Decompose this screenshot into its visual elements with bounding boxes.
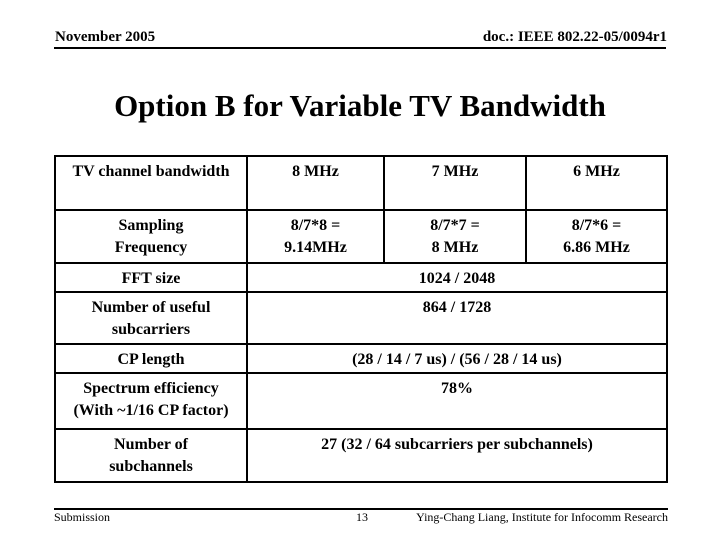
cell-line: 8 MHz xyxy=(431,239,479,256)
row-label: TV channel bandwidth xyxy=(54,155,248,211)
label-line: (With ~1/16 CP factor) xyxy=(73,402,229,419)
header-date: November 2005 xyxy=(55,29,156,45)
cell-8mhz: 8 MHz xyxy=(246,155,385,211)
table-row: Number of subchannels 27 (32 / 64 subcarr… xyxy=(54,428,668,483)
table-row: Spectrum efficiency (With ~1/16 CP factor… xyxy=(54,372,668,430)
table-row: CP length (28 / 14 / 7 us) / (56 / 28 / … xyxy=(54,343,668,374)
cell-sampling-7: 8/7*7 = 8 MHz xyxy=(383,209,527,264)
label-line: Number of useful xyxy=(91,299,211,316)
label-line: Sampling xyxy=(118,217,184,234)
row-label: Sampling Frequency xyxy=(54,209,248,264)
row-label: FFT size xyxy=(54,262,248,293)
cell-line: 8/7*7 = xyxy=(430,217,480,234)
cell-subchannels: 27 (32 / 64 subcarriers per subchannels) xyxy=(246,428,668,483)
label-line: subchannels xyxy=(109,458,193,475)
cell-cp-length: (28 / 14 / 7 us) / (56 / 28 / 14 us) xyxy=(246,343,668,374)
table-row: FFT size 1024 / 2048 xyxy=(54,262,668,293)
cell-6mhz: 6 MHz xyxy=(525,155,668,211)
label-line: Frequency xyxy=(114,239,188,256)
table-row: Sampling Frequency 8/7*8 = 9.14MHz 8/7*7 =… xyxy=(54,209,668,264)
cell-sampling-8: 8/7*8 = 9.14MHz xyxy=(246,209,385,264)
table-row: Number of useful subcarriers 864 / 1728 xyxy=(54,291,668,345)
slide-title: Option B for Variable TV Bandwidth xyxy=(114,88,606,123)
cell-line: 6.86 MHz xyxy=(563,239,630,256)
label-line: subcarriers xyxy=(111,321,191,338)
header-divider xyxy=(54,47,666,49)
row-label: Spectrum efficiency (With ~1/16 CP factor… xyxy=(54,372,248,430)
spec-table: TV channel bandwidth 8 MHz 7 MHz 6 MHz S… xyxy=(54,155,668,483)
row-label: Number of subchannels xyxy=(54,428,248,483)
cell-7mhz: 7 MHz xyxy=(383,155,527,211)
cell-useful-subcarriers: 864 / 1728 xyxy=(246,291,668,345)
cell-fft-size: 1024 / 2048 xyxy=(246,262,668,293)
header-doc-id: doc.: IEEE 802.22-05/0094r1 xyxy=(482,29,667,45)
footer-page-number: 13 xyxy=(356,510,368,524)
label-line: Number of xyxy=(114,436,188,453)
cell-spectrum-efficiency: 78% xyxy=(246,372,668,430)
cell-line: 8/7*8 = xyxy=(290,217,341,234)
footer-author: Ying-Chang Liang, Institute for Infocomm… xyxy=(416,510,668,524)
row-label: CP length xyxy=(54,343,248,374)
table-row: TV channel bandwidth 8 MHz 7 MHz 6 MHz xyxy=(54,155,668,211)
label-line: Spectrum efficiency xyxy=(83,380,219,397)
cell-line: 9.14MHz xyxy=(284,239,347,256)
cell-line: 8/7*6 = xyxy=(571,217,622,234)
footer-submission: Submission xyxy=(54,510,111,524)
cell-sampling-6: 8/7*6 = 6.86 MHz xyxy=(525,209,668,264)
row-label: Number of useful subcarriers xyxy=(54,291,248,345)
